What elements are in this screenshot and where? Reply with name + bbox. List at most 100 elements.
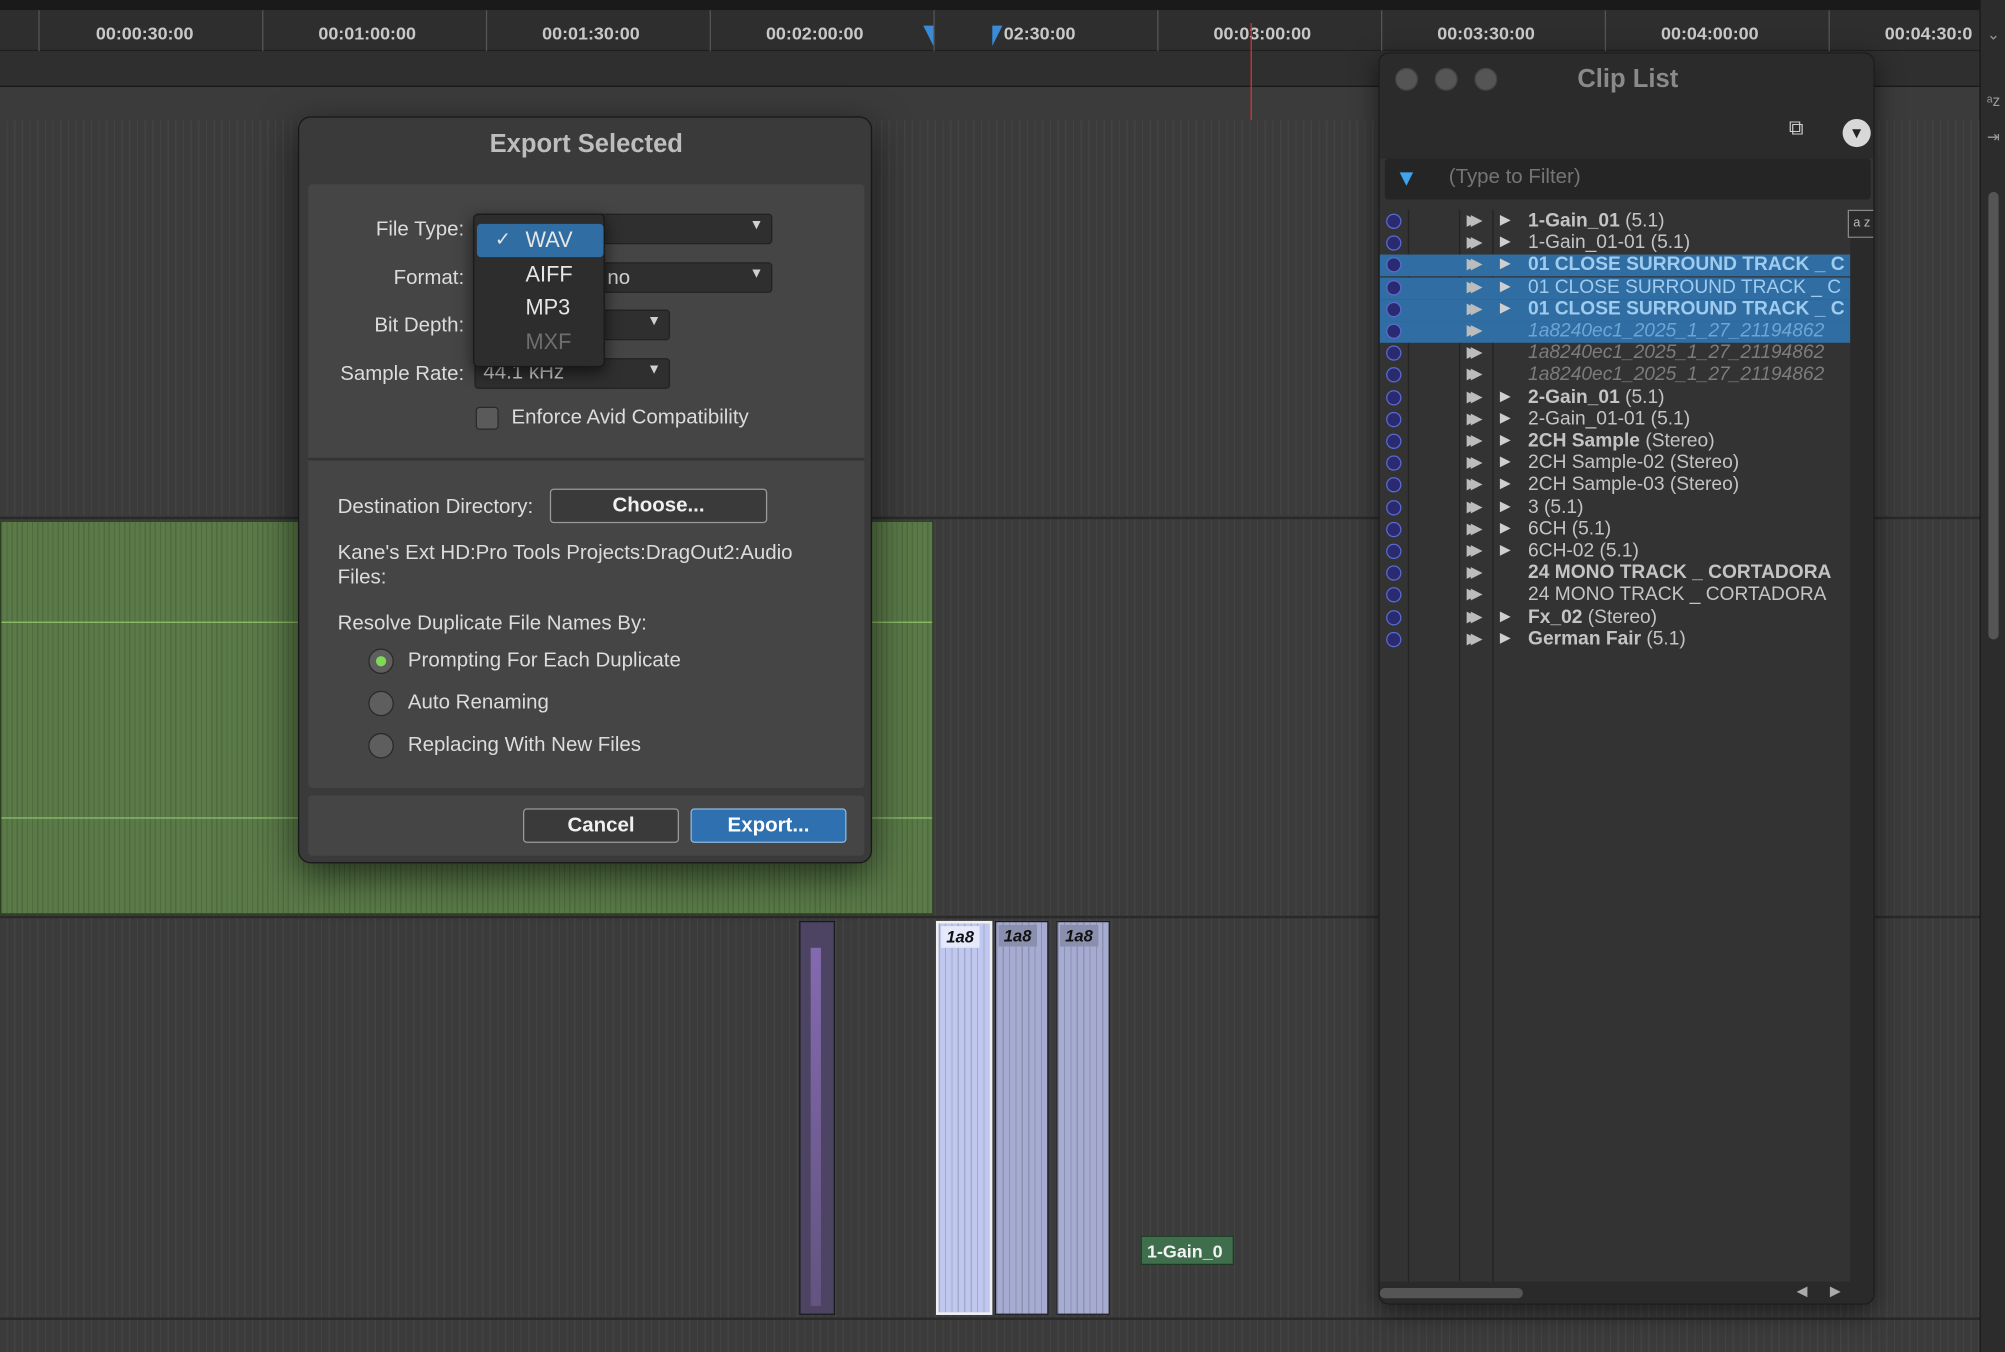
disclosure-triangle-icon[interactable]: ▶	[1500, 629, 1511, 645]
clip-list-row[interactable]: ▶▶ ▶ 2-Gain_01-01 (5.1)	[1380, 408, 1851, 431]
clip-list-window: Clip List ⧉ ▼ ▼ ▶▶▶1-Gain_01 (5.1)▶▶▶1-G…	[1378, 52, 1875, 1305]
clip-list-row[interactable]: ▶▶ ▶ 2CH Sample (Stereo)	[1380, 430, 1851, 453]
clip-list-row-label: 2-Gain_01-01 (5.1)	[1528, 408, 1690, 430]
expand-icon[interactable]: ⇥	[1983, 128, 2003, 148]
clip-list-row[interactable]: ▶▶ ▶ 01 CLOSE SURROUND TRACK _ C	[1379, 298, 1851, 321]
radio-label-auto-renaming[interactable]: Auto Renaming	[408, 692, 549, 715]
clip-list-row[interactable]: ▶▶ ▶ 2CH Sample-03 (Stereo)	[1380, 474, 1851, 497]
menu-item-label: MP3	[525, 295, 571, 320]
radio-prompting[interactable]	[368, 648, 394, 675]
clip-name: 24 MONO TRACK _ CORTADORA	[1528, 561, 1832, 584]
clip-list-row-label: 3 (5.1)	[1528, 496, 1583, 518]
sort-icon[interactable]: ᵃz	[1983, 92, 2003, 112]
audio-clip-selected[interactable]: 1a8	[936, 920, 993, 1315]
track-lane[interactable]	[0, 1320, 1980, 1352]
cancel-button[interactable]: Cancel	[522, 808, 679, 843]
clip-list-row[interactable]: ▶▶ ▶ Fx_02 (Stereo)	[1380, 606, 1851, 629]
clip-list-row-label: 1-Gain_01-01 (5.1)	[1528, 232, 1690, 254]
clip-name: 2-Gain_01	[1528, 385, 1620, 408]
clock-icon	[1386, 257, 1402, 273]
vertical-scrollbar[interactable]	[1988, 191, 1999, 640]
radio-label-prompting[interactable]: Prompting For Each Duplicate	[408, 650, 681, 673]
disclosure-triangle-icon[interactable]: ▶	[1500, 607, 1511, 623]
selection-end-marker[interactable]	[992, 25, 1003, 47]
selection-start-marker[interactable]	[923, 25, 934, 47]
disclosure-triangle-icon[interactable]: ▶	[1500, 387, 1511, 403]
clip-name: 2CH Sample-02	[1528, 451, 1665, 474]
radio-replacing[interactable]	[368, 732, 394, 759]
disclosure-triangle-icon[interactable]: ▶	[1500, 409, 1511, 425]
scroll-right-icon[interactable]: ▶	[1830, 1283, 1841, 1299]
menu-item-wav[interactable]: ✓ WAV	[476, 223, 604, 258]
clip-list-row[interactable]: ▶▶ ▶ 1-Gain_01-01 (5.1)	[1380, 232, 1851, 255]
enforce-avid-label[interactable]: Enforce Avid Compatibility	[511, 407, 748, 430]
audio-clip-purple[interactable]	[799, 920, 835, 1315]
audio-clip[interactable]: 1a8	[994, 920, 1049, 1315]
disclosure-triangle-icon[interactable]: ▶	[1500, 299, 1511, 315]
destination-label: Destination Directory:	[337, 496, 534, 519]
clip-type-icon: ▶▶	[1466, 541, 1484, 559]
disclosure-triangle-icon[interactable]: ▶	[1500, 541, 1511, 557]
disclosure-triangle-icon[interactable]: ▶	[1500, 233, 1511, 249]
clip-list-row[interactable]: ▶▶ ▶ German Fair (5.1)	[1380, 628, 1851, 651]
chevron-down-icon: ▼	[647, 313, 662, 329]
clip-list-row[interactable]: ▶▶ ▶ 01 CLOSE SURROUND TRACK _ C	[1379, 254, 1851, 277]
clip-name: 1a8	[941, 926, 980, 948]
clip-list-row[interactable]: ▶▶ 1a8240ec1_2025_1_27_21194862	[1380, 364, 1851, 387]
clip-list-titlebar[interactable]: Clip List	[1379, 53, 1874, 105]
export-button[interactable]: Export...	[690, 808, 847, 843]
clip-type-icon: ▶▶	[1466, 277, 1484, 295]
menu-item-mp3[interactable]: MP3	[477, 292, 604, 325]
filter-input[interactable]	[1448, 166, 1858, 190]
menu-item-aiff[interactable]: AIFF	[477, 258, 604, 291]
clip-type-icon: ▶▶	[1466, 255, 1484, 273]
clip-list-row[interactable]: ▶▶ ▶ 2-Gain_01 (5.1)	[1380, 385, 1851, 409]
radio-label-replacing[interactable]: Replacing With New Files	[408, 734, 641, 757]
clip-type-icon: ▶▶	[1466, 497, 1484, 515]
clip-list-row[interactable]: ▶▶ 24 MONO TRACK _ CORTADORA	[1380, 584, 1851, 607]
clip-list-row[interactable]: ▶▶ ▶ 6CH (5.1)	[1380, 518, 1851, 541]
radio-auto-renaming[interactable]	[368, 690, 394, 717]
clip-list-row[interactable]: ▶▶ ▶ 1-Gain_01 (5.1)	[1380, 210, 1851, 233]
clip-list-vertical-scrollbar[interactable]	[1850, 237, 1874, 1282]
disclosure-triangle-icon[interactable]: ▶	[1500, 497, 1511, 513]
clip-list-row-label: 1-Gain_01 (5.1)	[1528, 210, 1664, 232]
scroll-left-icon[interactable]: ◀	[1797, 1283, 1808, 1299]
disclosure-triangle-icon[interactable]: ▶	[1500, 519, 1511, 535]
clock-icon	[1386, 455, 1402, 471]
clip-list-row[interactable]: ▶▶ ▶ 2CH Sample-02 (Stereo)	[1380, 451, 1851, 475]
filter-icon[interactable]: ▼	[1395, 165, 1418, 192]
audio-clip-bottom[interactable]: 1-Gain_0	[1140, 1235, 1234, 1266]
timecode-ruler[interactable]: 00:00:30:00 00:01:00:00 00:01:30:00 00:0…	[0, 10, 1980, 52]
clip-list-row[interactable]: ▶▶ 1a8240ec1_2025_1_27_21194862	[1379, 320, 1851, 343]
scroll-thumb[interactable]	[1379, 1288, 1523, 1299]
sort-button[interactable]: a z	[1847, 209, 1874, 238]
file-type-menu: ✓ WAV AIFF MP3 MXF	[473, 213, 605, 368]
disclosure-triangle-icon[interactable]: ▶	[1500, 255, 1511, 271]
clip-list-menu-button[interactable]: ▼	[1842, 118, 1871, 148]
choose-button[interactable]: Choose...	[549, 488, 768, 524]
chevron-down-icon[interactable]: ⌄	[1983, 26, 2003, 46]
ruler-label: 02:30:00	[1003, 23, 1076, 44]
clip-name: 1a8	[1060, 924, 1099, 947]
clip-list-row[interactable]: ▶▶ ▶ 01 CLOSE SURROUND TRACK _ C	[1379, 276, 1851, 299]
clip-list-horizontal-scrollbar[interactable]: ◀ ▶	[1379, 1281, 1874, 1304]
clock-icon	[1386, 477, 1402, 493]
destination-path: Kane's Ext HD:Pro Tools Projects:DragOut…	[337, 542, 793, 589]
window-icon[interactable]: ⧉	[1789, 118, 1804, 141]
disclosure-triangle-icon[interactable]: ▶	[1500, 211, 1511, 227]
clip-list[interactable]: ▶▶ ▶ 1-Gain_01 (5.1) ▶▶ ▶ 1-Gain_01-01 (5.1) ▶…	[1379, 209, 1851, 1282]
disclosure-triangle-icon[interactable]: ▶	[1500, 431, 1511, 447]
clip-list-row[interactable]: ▶▶ 1a8240ec1_2025_1_27_21194862	[1380, 341, 1851, 365]
disclosure-triangle-icon[interactable]: ▶	[1500, 475, 1511, 491]
disclosure-triangle-icon[interactable]: ▶	[1500, 277, 1511, 293]
clip-list-row[interactable]: ▶▶ 24 MONO TRACK _ CORTADORA	[1380, 561, 1851, 585]
clip-name: 1a8240ec1_2025_1_27_21194862	[1528, 341, 1825, 364]
disclosure-triangle-icon[interactable]: ▶	[1500, 453, 1511, 469]
clip-list-row-label: 1a8240ec1_2025_1_27_21194862	[1528, 364, 1824, 386]
clip-list-row[interactable]: ▶▶ ▶ 6CH-02 (5.1)	[1380, 540, 1851, 563]
ruler-label: 00:01:30:00	[542, 23, 640, 44]
enforce-avid-checkbox[interactable]	[475, 406, 499, 430]
audio-clip[interactable]: 1a8	[1056, 920, 1110, 1315]
clip-list-row[interactable]: ▶▶ ▶ 3 (5.1)	[1380, 496, 1851, 519]
